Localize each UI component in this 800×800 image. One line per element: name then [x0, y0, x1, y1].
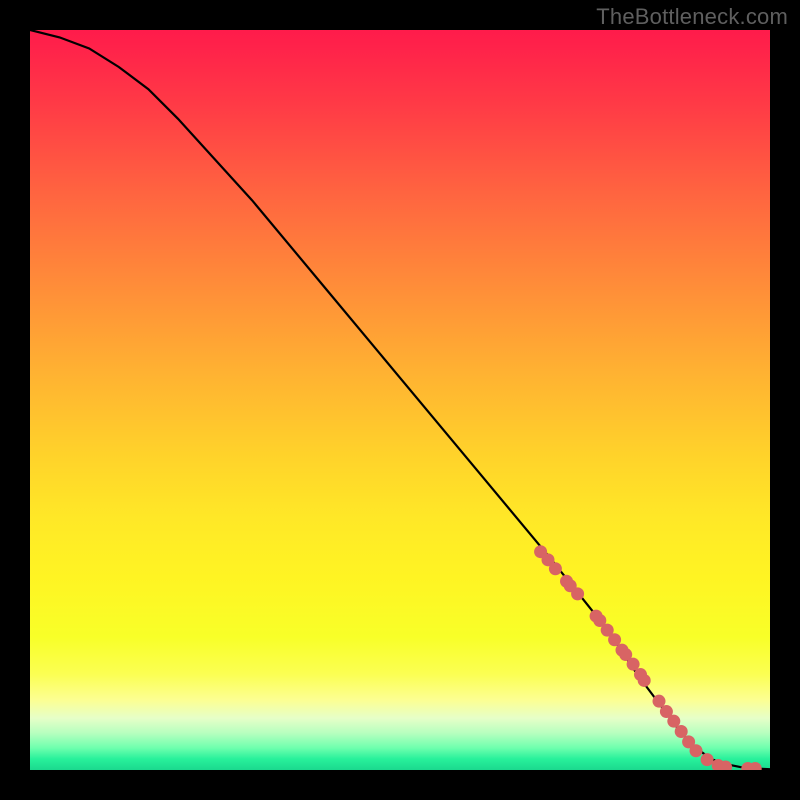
highlight-dots: [534, 545, 762, 770]
highlight-dot: [638, 674, 651, 687]
watermark-text: TheBottleneck.com: [596, 4, 788, 30]
highlight-dot: [549, 562, 562, 575]
curve-layer: [30, 30, 770, 770]
main-curve: [30, 30, 770, 769]
highlight-dot: [690, 744, 703, 757]
highlight-dot: [701, 753, 714, 766]
highlight-dot: [571, 587, 584, 600]
plot-area: [30, 30, 770, 770]
chart-container: TheBottleneck.com: [0, 0, 800, 800]
